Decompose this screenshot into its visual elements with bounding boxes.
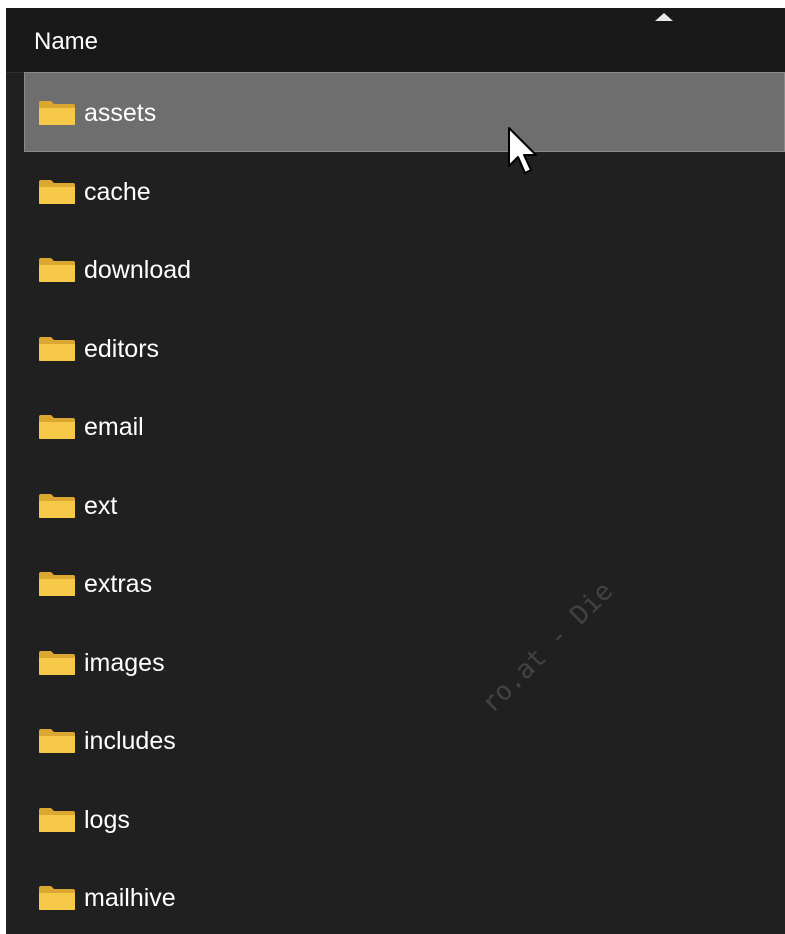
folder-icon [39,493,75,518]
mouse-pointer-icon [508,127,537,174]
folder-row-cache[interactable]: cache [6,151,785,230]
folder-row-images[interactable]: images [6,622,785,701]
folder-icon [39,101,75,125]
folder-row-extras[interactable]: extras [6,543,785,622]
folder-row-ext[interactable]: ext [6,465,785,544]
folder-name: logs [84,805,130,834]
folder-name: editors [84,334,160,363]
folder-row-editors[interactable]: editors [6,308,785,387]
column-header-label: Name [34,28,99,55]
folder-icon [39,415,75,439]
column-header-name[interactable]: Name [6,8,785,73]
sort-ascending-icon [655,13,673,21]
folder-icon [39,886,75,910]
folder-name: cache [84,177,151,206]
folder-name: extras [84,570,153,598]
folder-name: download [84,256,192,284]
folder-row-assets[interactable]: assets [6,72,785,152]
folder-icon [39,650,75,675]
folder-row-mailhive[interactable]: mailhive [6,857,785,934]
folder-icon [39,572,75,596]
folder-name: includes [84,727,176,755]
folder-row-email[interactable]: email [6,386,785,465]
folder-name: email [84,413,144,441]
folder-icon [39,807,75,832]
folder-row-download[interactable]: download [6,229,785,308]
folder-name: assets [84,99,157,127]
folder-name: mailhive [84,884,176,912]
folder-icon [39,179,75,204]
file-list-pane: Name assets cache download editors email… [6,8,785,934]
folder-icon [39,258,75,282]
folder-row-logs[interactable]: logs [6,779,785,858]
folder-row-includes[interactable]: includes [6,700,785,779]
folder-icon [39,336,75,361]
folder-name: ext [84,491,118,520]
folder-list: assets cache download editors email ext … [6,72,785,934]
folder-name: images [84,648,165,677]
folder-icon [39,729,75,753]
